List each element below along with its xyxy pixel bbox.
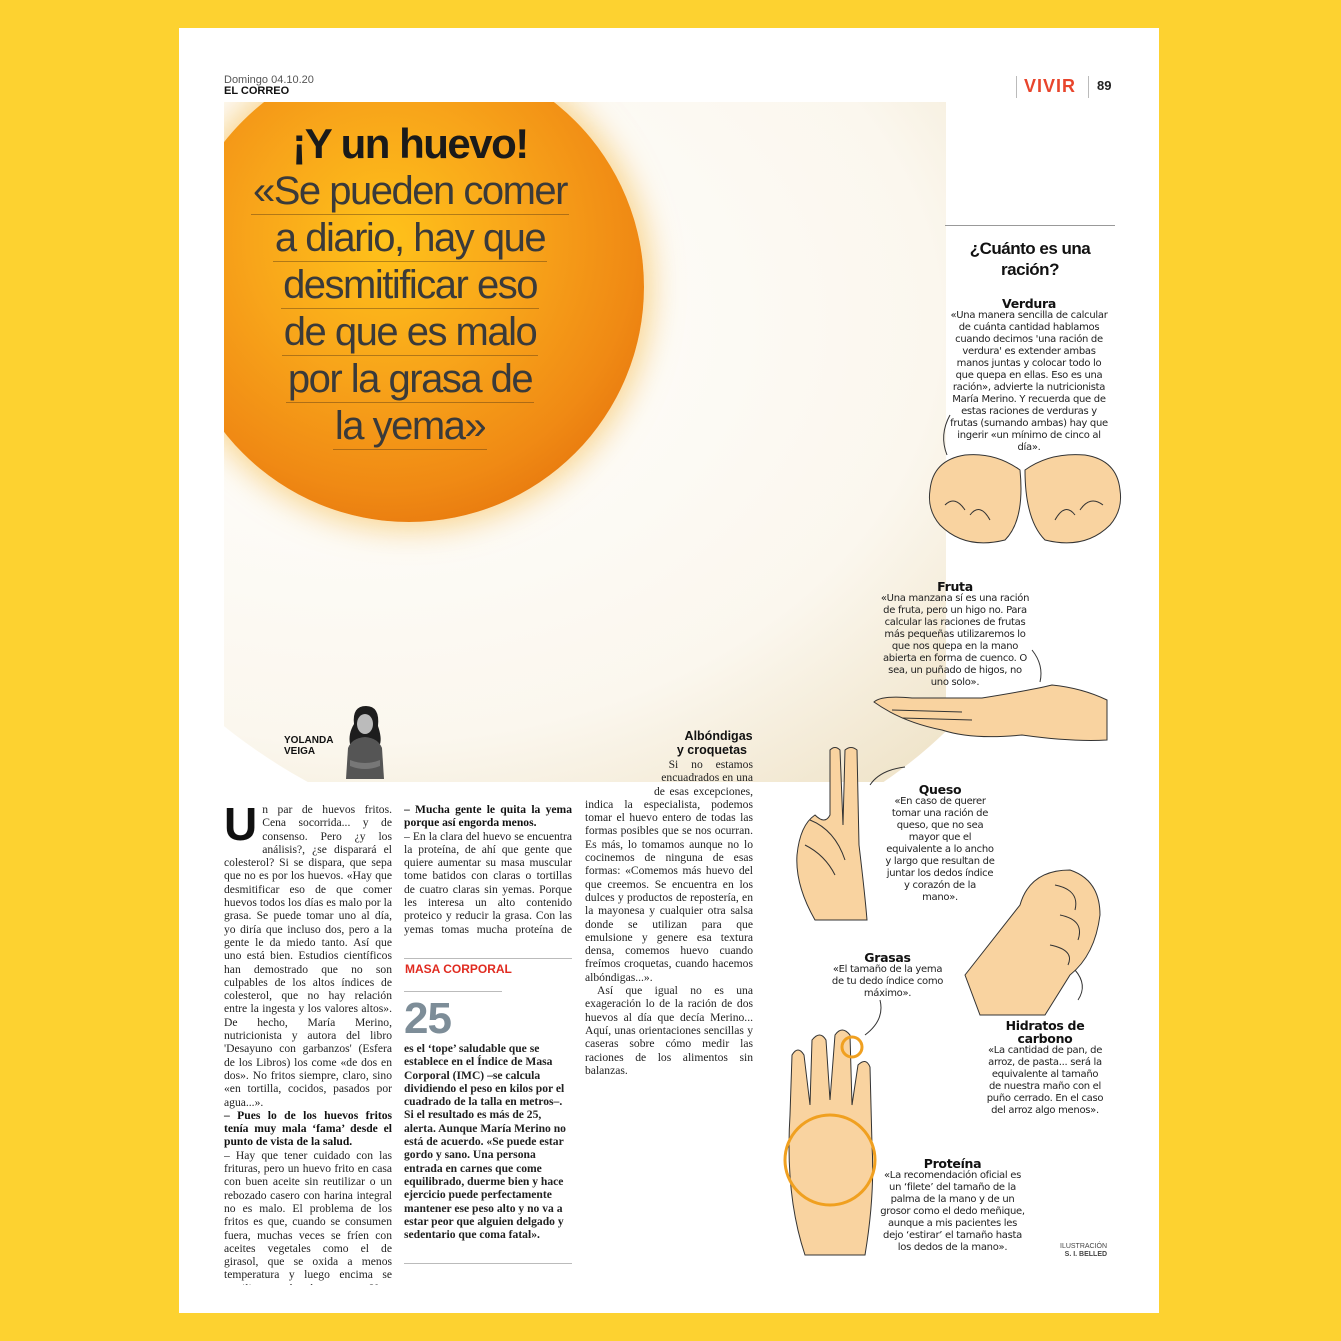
headline-title: ¡Y un huevo! (292, 120, 529, 167)
divider (404, 1263, 572, 1264)
ration-heading: Fruta (937, 579, 973, 594)
quote-line: desmitificar eso (281, 263, 539, 309)
divider (1016, 76, 1017, 98)
author-photo (346, 706, 384, 779)
ration-text: «La cantidad de pan, de arroz, de pasta.… (986, 1045, 1104, 1116)
article-column-1: U n par de huevos fritos. Cena socorrida… (224, 798, 392, 1285)
ration-heading: Hidratos de carbono (1005, 1018, 1085, 1046)
ration-grasas: Grasas «El tamaño de la yema de tu dedo … (830, 951, 945, 1000)
quote-line: de que es malo (281, 310, 539, 356)
credit-label: ILUSTRACIÓN (1060, 1243, 1108, 1250)
quote-line: a diario, hay que (272, 216, 548, 262)
interview-question: – Pues lo de los huevos fritos tenía muy… (224, 1108, 392, 1149)
fist-illustration (964, 869, 1101, 1016)
drop-cap: U (224, 798, 258, 850)
divider (404, 958, 572, 959)
ration-heading: Proteína (923, 1156, 982, 1171)
quote-line: la yema» (332, 404, 488, 450)
author-first-name: YOLANDA (284, 735, 334, 746)
author-byline: YOLANDA VEIGA (284, 735, 333, 757)
ration-hidratos: Hidratos de carbono «La cantidad de pan,… (985, 1019, 1105, 1117)
two-fingers-illustration (796, 747, 906, 921)
credit-name: S. I. BELLED (1064, 1251, 1108, 1258)
header-paper-name: EL CORREO (224, 85, 290, 97)
article-paragraph: – Hay que tener cuidado con las frituras… (224, 1148, 392, 1285)
illustration-credit: ILUSTRACIÓN S. I. BELLED (1060, 1243, 1107, 1259)
ration-proteina: Proteína «La recomendación oficial es un… (880, 1157, 1025, 1254)
sidebar-title: ¿Cuánto es una ración? (969, 239, 1091, 279)
open-hand-illustration (873, 649, 1108, 741)
ration-text: «La recomendación oficial es un ‘filete’… (880, 1170, 1025, 1253)
quote-line: «Se pueden comer (250, 169, 569, 215)
open-palm-illustration (783, 999, 882, 1256)
quote-line: por la grasa de (285, 357, 535, 403)
header-section: VIVIR (1024, 76, 1077, 96)
box-number: 25 (404, 994, 452, 1043)
article-column-3: Albóndigas y croquetas Si no estamos enc… (585, 710, 753, 1077)
box-label: MASA CORPORAL (405, 962, 512, 976)
ration-heading: Grasas (864, 950, 911, 965)
author-last-name: VEIGA (284, 746, 316, 757)
page-number: 89 (1097, 78, 1112, 93)
divider (404, 991, 502, 992)
ration-heading: Verdura (1002, 296, 1056, 311)
headline-quote: «Se pueden comer a diario, hay que desmi… (224, 168, 596, 450)
article-paragraph: Así que igual no es una exageración lo d… (585, 984, 753, 1077)
box-text: es el ‘tope’ saludable que se establece … (404, 1042, 566, 1242)
article-column-2: – Mucha gente le quita la yema porque as… (404, 803, 572, 937)
cupped-hands-illustration (929, 414, 1121, 544)
interview-question: – Mucha gente le quita la yema porque as… (404, 803, 572, 830)
divider (1088, 76, 1089, 98)
article-paragraph: Si no estamos encuadrados en una de esas… (585, 758, 753, 984)
divider (945, 225, 1115, 226)
article-paragraph: – En la clara del huevo se encuentra la … (404, 829, 572, 937)
